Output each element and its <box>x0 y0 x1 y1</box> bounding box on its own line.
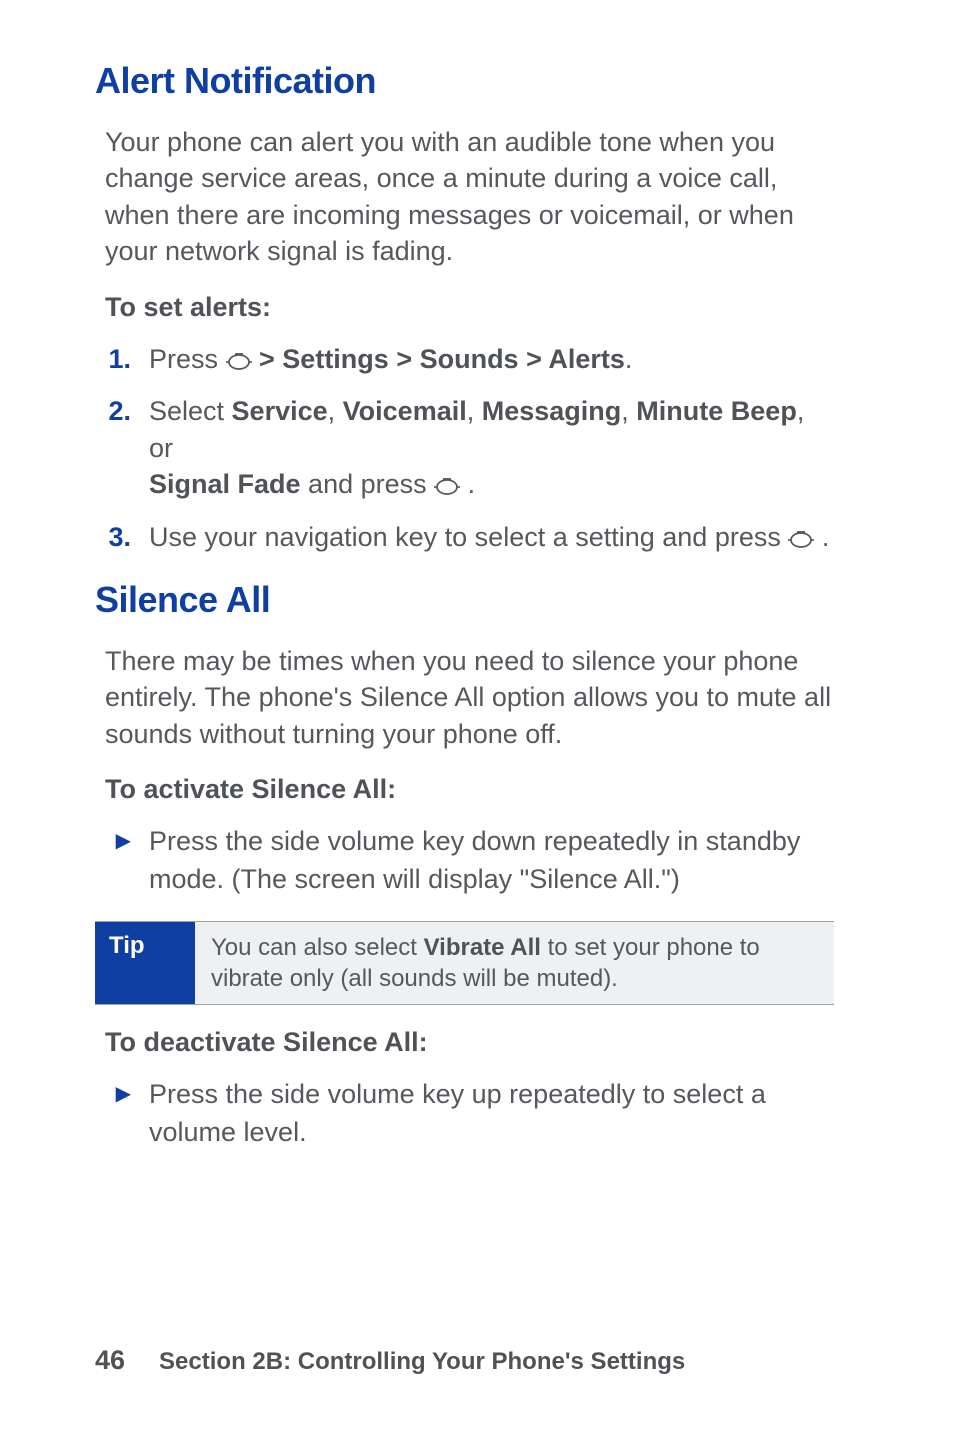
step-number: 1. <box>95 341 149 377</box>
tip-box: Tip You can also select Vibrate All to s… <box>95 921 834 1005</box>
step-2: 2. Select Service, Voicemail, Messaging,… <box>95 393 834 504</box>
segment: , <box>467 396 482 426</box>
step-number: 3. <box>95 519 149 555</box>
segment: You can also select <box>211 934 424 961</box>
silence-intro: There may be times when you need to sile… <box>95 643 834 752</box>
segment: . <box>625 344 633 374</box>
step-3: 3. Use your navigation key to select a s… <box>95 519 834 557</box>
step-1: 1. Press > Settings > Sounds > Alerts. <box>95 341 834 379</box>
ok-key-icon <box>434 468 460 504</box>
activate-header: To activate Silence All: <box>95 774 834 805</box>
deactivate-header: To deactivate Silence All: <box>95 1027 834 1058</box>
page-number: 46 <box>95 1345 125 1376</box>
segment-bold: Vibrate All <box>424 934 541 961</box>
activate-bullets: ▶ Press the side volume key down repeate… <box>95 823 834 899</box>
segment-bold: > Settings > Sounds > Alerts <box>252 344 625 374</box>
step-text: Use your navigation key to select a sett… <box>149 519 834 557</box>
list-item: ▶ Press the side volume key up repeatedl… <box>95 1076 834 1152</box>
segment: Use your navigation key to select a sett… <box>149 522 788 552</box>
alert-steps: 1. Press > Settings > Sounds > Alerts. 2… <box>95 341 834 557</box>
segment-bold: Service <box>232 396 328 426</box>
bullet-icon: ▶ <box>95 1076 149 1108</box>
heading-silence-all: Silence All <box>95 579 834 621</box>
heading-alert-notification: Alert Notification <box>95 60 834 102</box>
list-item: ▶ Press the side volume key down repeate… <box>95 823 834 899</box>
section-title: Section 2B: Controlling Your Phone's Set… <box>159 1348 685 1375</box>
segment-bold: Signal Fade <box>149 469 301 499</box>
deactivate-bullets: ▶ Press the side volume key up repeatedl… <box>95 1076 834 1152</box>
ok-key-icon <box>226 343 252 379</box>
segment-bold: Messaging <box>482 396 622 426</box>
bullet-text: Press the side volume key down repeatedl… <box>149 823 834 899</box>
segment: Select <box>149 396 232 426</box>
step-text: Select Service, Voicemail, Messaging, Mi… <box>149 393 834 504</box>
ok-key-icon <box>788 521 814 557</box>
segment: , <box>328 396 343 426</box>
bullet-icon: ▶ <box>95 823 149 855</box>
page-footer: 46 Section 2B: Controlling Your Phone's S… <box>95 1345 685 1376</box>
segment-bold: Minute Beep <box>636 396 797 426</box>
step-text: Press > Settings > Sounds > Alerts. <box>149 341 834 379</box>
step-number: 2. <box>95 393 149 429</box>
tip-body: You can also select Vibrate All to set y… <box>195 922 834 1004</box>
segment: , <box>621 396 636 426</box>
bullet-text: Press the side volume key up repeatedly … <box>149 1076 834 1152</box>
segment: . <box>460 469 475 499</box>
segment: and press <box>301 469 435 499</box>
segment-bold: Voicemail <box>343 396 467 426</box>
alert-intro: Your phone can alert you with an audible… <box>95 124 834 270</box>
segment: Press <box>149 344 226 374</box>
set-alerts-header: To set alerts: <box>95 292 834 323</box>
segment: . <box>814 522 829 552</box>
tip-label: Tip <box>95 922 195 1004</box>
